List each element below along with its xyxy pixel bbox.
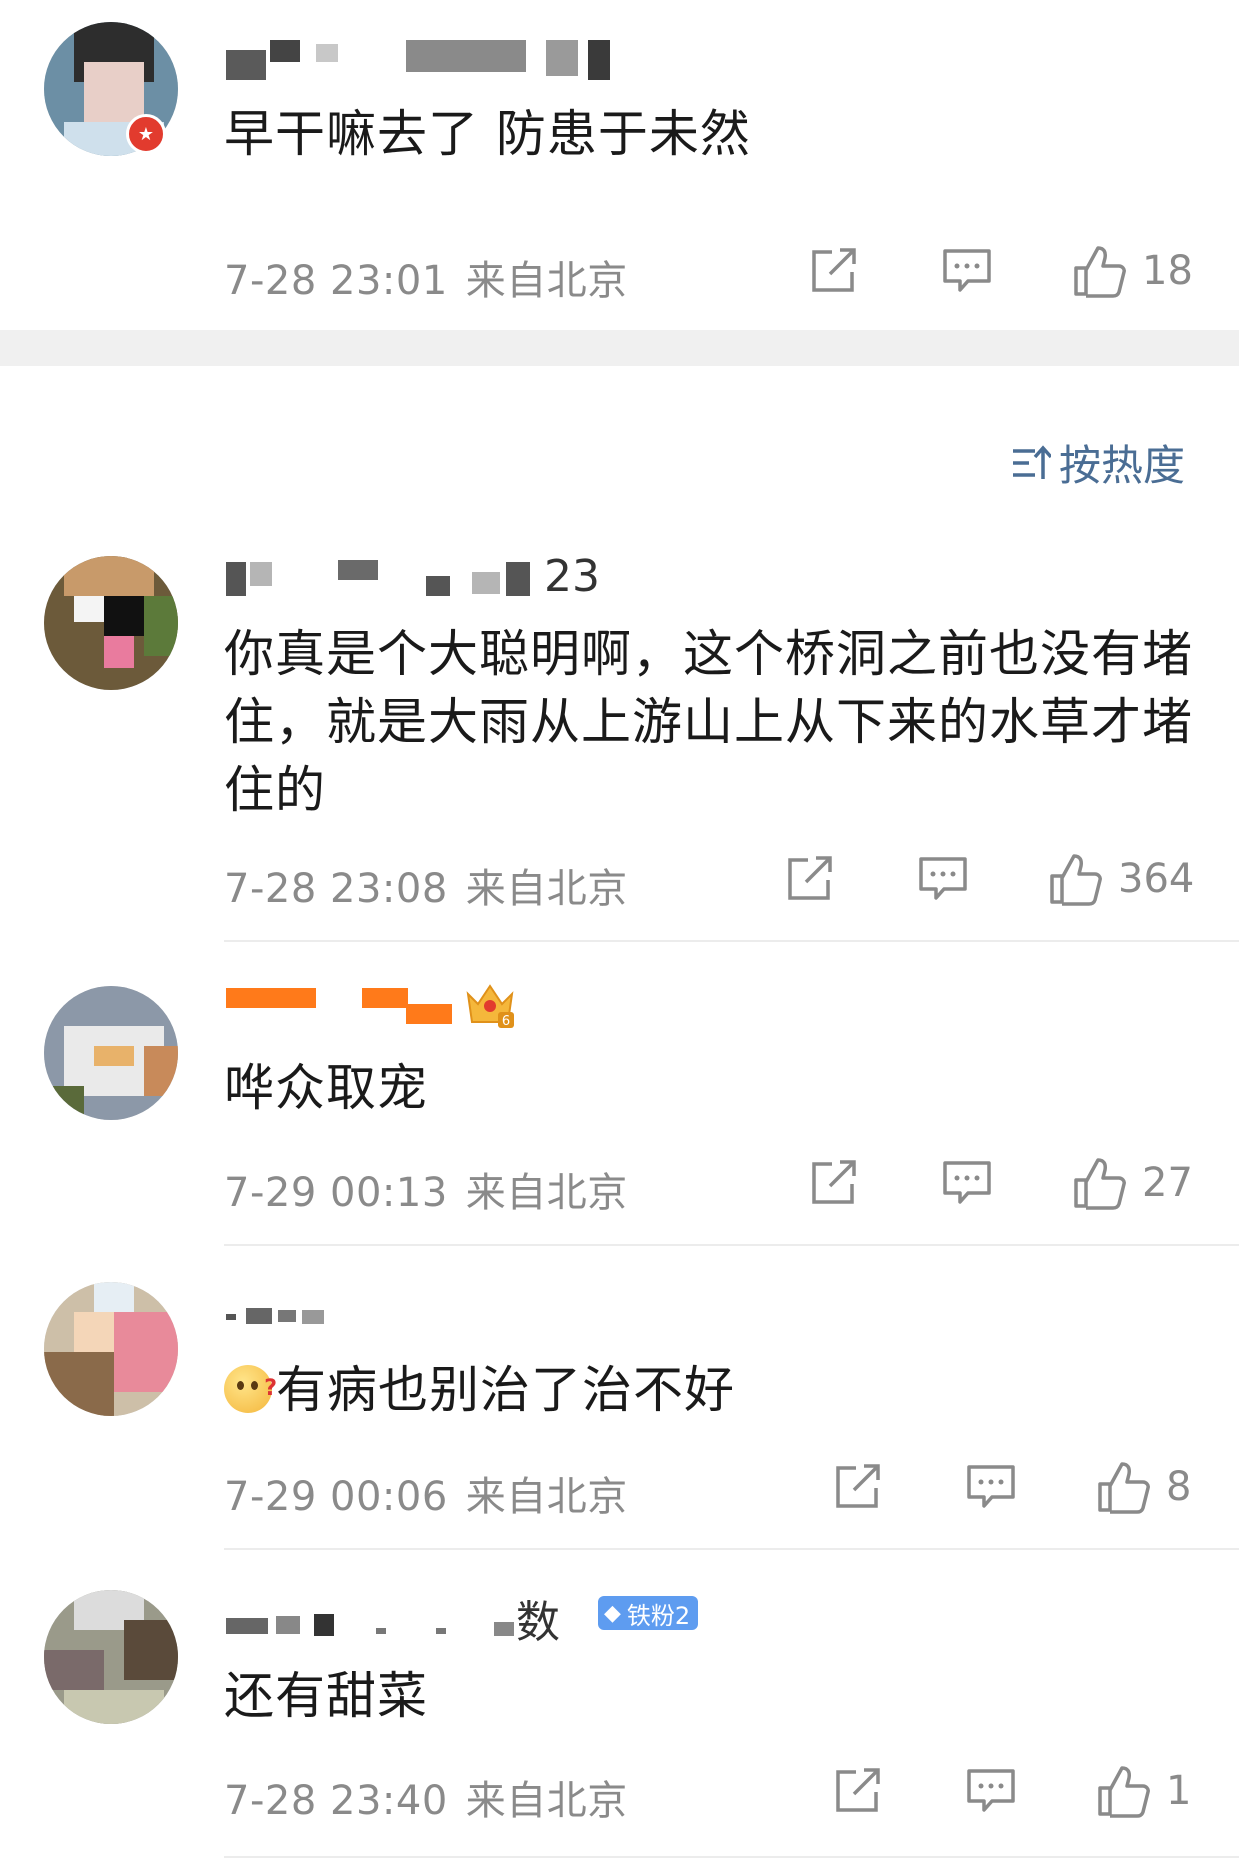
comment-time: 7-28 23:40 — [224, 1778, 448, 1824]
comment-icon — [943, 1161, 991, 1204]
share-icon — [812, 248, 856, 292]
comment-location: 来自北京 — [465, 258, 628, 304]
avatar[interactable] — [44, 1282, 178, 1416]
sort-icon — [1012, 444, 1051, 479]
comment-meta: 7-29 00:13 来自北京 — [224, 1160, 628, 1218]
section-divider — [0, 330, 1239, 366]
comment-text: 早干嘛去了 防患于未然 — [224, 105, 751, 163]
comment-icon — [943, 249, 991, 292]
comment-text: 还有甜菜 — [224, 1667, 428, 1725]
comment-item: 23 你真是个大聪明啊，这个桥洞之前也没有堵住，就是大雨从上游山上从下来的水草才… — [0, 540, 1239, 942]
like-button[interactable]: 18 — [1072, 244, 1193, 298]
reply-button[interactable] — [966, 1464, 1016, 1510]
thinking-face-emoji-icon: ? — [224, 1365, 277, 1413]
share-icon — [836, 1464, 880, 1508]
share-button[interactable] — [834, 1768, 884, 1814]
share-button[interactable] — [810, 1160, 860, 1206]
reply-button[interactable] — [966, 1768, 1016, 1814]
comment-icon — [967, 1769, 1015, 1812]
username-visible-fragment: 数 — [516, 1597, 560, 1648]
comment-time: 7-29 00:13 — [224, 1170, 448, 1216]
like-button[interactable]: 8 — [1096, 1460, 1191, 1514]
username[interactable] — [226, 40, 626, 82]
username[interactable]: 23 — [226, 551, 626, 602]
comment-text: ? 有病也别治了治不好 — [224, 1356, 1204, 1424]
sort-label: 按热度 — [1058, 441, 1185, 490]
thumbs-up-icon — [1074, 1158, 1126, 1210]
comment-location: 来自北京 — [465, 1474, 628, 1520]
avatar[interactable] — [44, 986, 178, 1120]
comment-icon — [919, 857, 967, 900]
reply-button[interactable] — [942, 1160, 992, 1206]
svg-text:6: 6 — [502, 1014, 510, 1029]
reply-button[interactable] — [918, 856, 968, 902]
username[interactable] — [226, 982, 476, 1024]
reply-button[interactable] — [942, 248, 992, 294]
comment-location: 来自北京 — [465, 1170, 628, 1216]
username[interactable] — [226, 1302, 426, 1344]
comment-time: 7-29 00:06 — [224, 1474, 448, 1520]
diamond-icon: ◆ — [604, 1600, 621, 1626]
avatar[interactable] — [44, 556, 178, 690]
comment-location: 来自北京 — [465, 866, 628, 912]
like-button[interactable]: 364 — [1048, 852, 1194, 906]
avatar[interactable] — [44, 1590, 178, 1724]
comment-time: 7-28 23:08 — [224, 866, 448, 912]
verified-badge-icon: ★ — [126, 114, 166, 154]
share-icon — [788, 856, 832, 900]
comment-item: ? 有病也别治了治不好 7-29 00:06 来自北京 8 — [0, 1246, 1239, 1550]
username[interactable]: 数 — [226, 1597, 606, 1648]
comment-meta: 7-28 23:40 来自北京 — [224, 1768, 628, 1826]
share-icon — [812, 1160, 856, 1204]
username-visible-fragment: 23 — [544, 551, 600, 602]
comment-meta: 7-29 00:06 来自北京 — [224, 1464, 628, 1522]
comment-location: 来自北京 — [465, 1778, 628, 1824]
share-button[interactable] — [834, 1464, 884, 1510]
like-count: 364 — [1118, 856, 1195, 902]
comment-text-content: 有病也别治了治不好 — [276, 1361, 735, 1419]
comment-icon — [967, 1465, 1015, 1508]
thumbs-up-icon — [1098, 1462, 1150, 1514]
like-button[interactable]: 1 — [1096, 1764, 1191, 1818]
thumbs-up-icon — [1098, 1766, 1150, 1818]
like-count: 18 — [1142, 248, 1193, 294]
comment-meta: 7-28 23:01 来自北京 — [224, 248, 628, 306]
like-count: 27 — [1142, 1160, 1193, 1206]
thumbs-up-icon — [1050, 854, 1102, 906]
fan-badge[interactable]: ◆ 铁粉2 — [598, 1596, 699, 1630]
share-button[interactable] — [810, 248, 860, 294]
like-count: 8 — [1166, 1464, 1192, 1510]
comment-item: 数 ◆ 铁粉2 还有甜菜 7-28 23:40 来自北京 1 — [0, 1550, 1239, 1876]
sort-by-hot-button[interactable]: 按热度 — [1011, 432, 1185, 493]
like-count: 1 — [1166, 1768, 1192, 1814]
fan-badge-label: 铁粉2 — [626, 1601, 691, 1630]
like-button[interactable]: 27 — [1072, 1156, 1193, 1210]
share-button[interactable] — [786, 856, 836, 902]
crown-badge-icon: 6 — [466, 984, 514, 1029]
comment-item: 6 哗众取宠 7-29 00:13 来自北京 27 — [0, 942, 1239, 1246]
comment-text: 你真是个大聪明啊，这个桥洞之前也没有堵住，就是大雨从上游山上从下来的水草才堵住的 — [224, 625, 1193, 819]
comment-time: 7-28 23:01 — [224, 258, 448, 304]
comment-meta: 7-28 23:08 来自北京 — [224, 856, 628, 914]
comment-divider — [224, 1856, 1239, 1858]
comment-item: ★ 早干嘛去了 防患于未然 7-28 23:01 来自北京 18 — [0, 0, 1239, 330]
comment-text: 哗众取宠 — [224, 1059, 428, 1117]
share-icon — [836, 1768, 880, 1812]
thumbs-up-icon — [1074, 246, 1126, 298]
